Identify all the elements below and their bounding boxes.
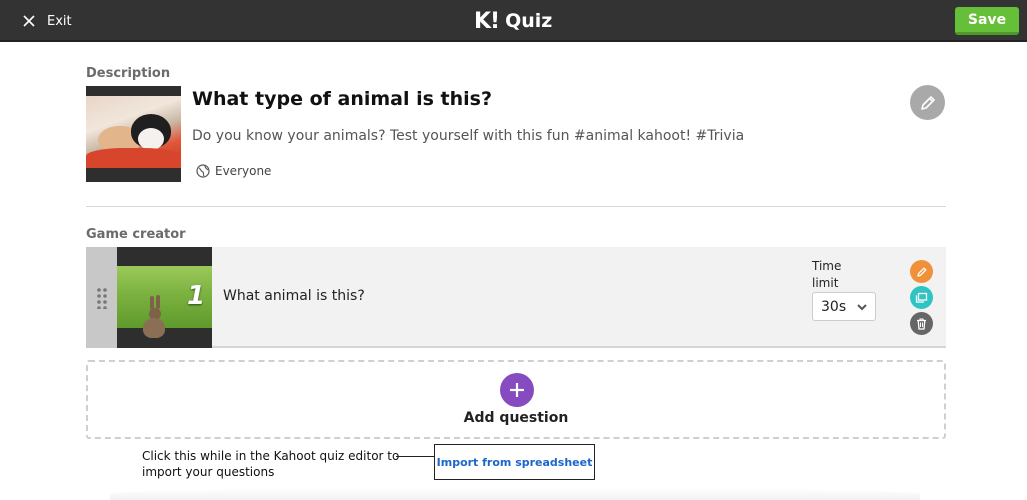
quiz-title: What type of animal is this? [192, 88, 493, 110]
duplicate-question-button[interactable] [910, 286, 933, 309]
pencil-icon [920, 95, 935, 110]
top-bar: Exit K! Quiz Save [0, 0, 1027, 42]
delete-question-button[interactable] [910, 312, 933, 335]
pillow-shape [86, 148, 181, 168]
plus-icon [510, 383, 524, 397]
time-limit-label: Time limit [812, 259, 842, 290]
add-question-button[interactable]: Add question [86, 360, 946, 439]
duplicate-icon [915, 292, 928, 303]
time-limit-value: 30s [821, 298, 847, 315]
globe-icon [196, 164, 210, 178]
question-card[interactable]: 1 What animal is this? Time limit 30s [86, 247, 946, 348]
save-button[interactable]: Save [955, 7, 1019, 35]
question-text: What animal is this? [223, 288, 365, 304]
add-circle [500, 373, 534, 407]
kahoot-logo: K! [474, 8, 500, 34]
quiz-description: Do you know your animals? Test yourself … [192, 128, 745, 144]
time-limit-select[interactable]: 30s [812, 292, 876, 321]
cover-image[interactable] [86, 86, 181, 182]
trash-icon [917, 317, 926, 330]
import-from-spreadsheet-button[interactable]: Import from spreadsheet [434, 444, 595, 480]
cover-photo [86, 96, 181, 168]
description-section-label: Description [86, 66, 171, 81]
game-creator-section-label: Game creator [86, 227, 186, 242]
brand: K! Quiz [474, 8, 552, 34]
edit-question-button[interactable] [910, 260, 933, 283]
section-divider [86, 206, 946, 207]
add-question-label: Add question [463, 410, 569, 426]
annotation-pointer [396, 456, 436, 457]
rabbit-ear [156, 295, 160, 309]
visibility-indicator: Everyone [196, 163, 271, 179]
question-image: 1 [117, 247, 212, 348]
edit-description-button[interactable] [910, 85, 945, 120]
close-icon [23, 15, 35, 27]
rabbit-body [143, 318, 165, 338]
visibility-label: Everyone [215, 164, 272, 178]
drag-handle[interactable] [86, 247, 117, 348]
chevron-down-icon [857, 304, 867, 311]
exit-button[interactable]: Exit [22, 11, 72, 31]
drag-dots-icon [96, 287, 107, 309]
annotation-text: Click this while in the Kahoot quiz edit… [142, 449, 400, 479]
app-title: Quiz [505, 10, 553, 32]
pencil-icon [916, 267, 926, 277]
bottom-panel-shadow [110, 488, 920, 500]
question-number: 1 [187, 281, 206, 311]
exit-label: Exit [47, 13, 72, 29]
cat-face-shape [138, 128, 164, 150]
